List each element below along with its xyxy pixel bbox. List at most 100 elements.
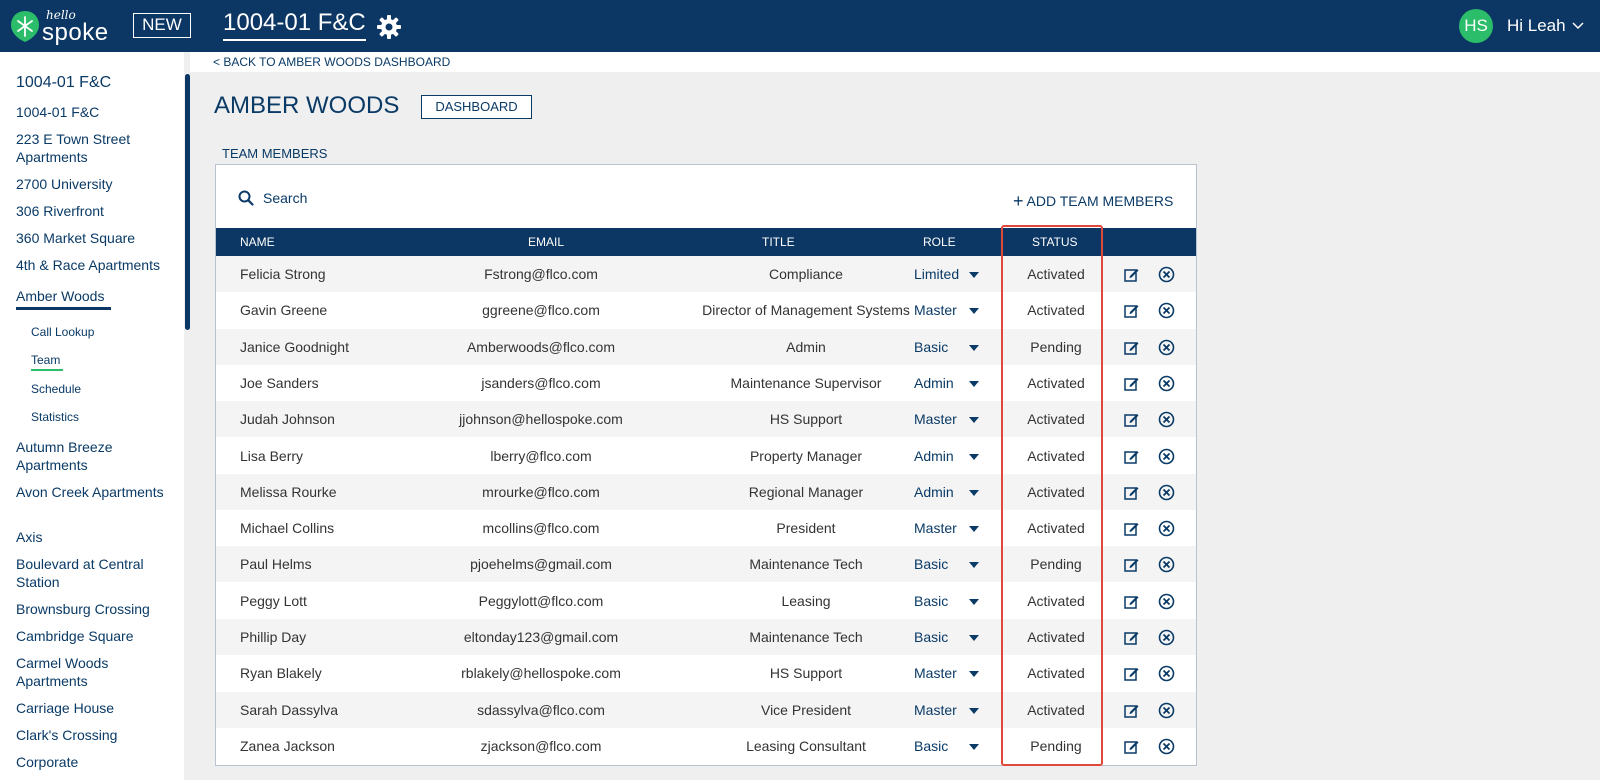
role-select[interactable]: Basic [914,619,948,655]
remove-icon[interactable] [1158,738,1175,755]
role-select[interactable]: Limited [914,256,959,292]
role-select[interactable]: Master [914,401,957,437]
role-select[interactable]: Master [914,292,957,328]
remove-icon[interactable] [1158,375,1175,392]
edit-icon[interactable] [1124,412,1139,427]
sidebar-item[interactable]: Axis [16,528,178,546]
remove-icon[interactable] [1158,484,1175,501]
email-cell: Peggylott@flco.com [478,592,604,609]
role-select[interactable]: Basic [914,546,948,582]
sidebar-item[interactable]: 1004-01 F&C [16,103,178,121]
remove-icon[interactable] [1158,593,1175,610]
role-select[interactable]: Admin [914,474,954,510]
edit-icon[interactable] [1124,521,1139,536]
hellospoke-logo[interactable]: hello spoke [10,7,108,46]
sidebar-subitem-schedule[interactable]: Schedule [31,382,81,396]
sidebar-item[interactable]: 4th & Race Apartments [16,256,178,274]
role-select[interactable]: Master [914,510,957,546]
user-greeting[interactable]: Hi Leah [1507,16,1566,36]
edit-icon[interactable] [1124,594,1139,609]
caret-down-icon[interactable] [969,417,979,424]
caret-down-icon[interactable] [969,526,979,533]
edit-icon[interactable] [1124,739,1139,754]
avatar[interactable]: HS [1459,9,1493,43]
role-select[interactable]: Basic [914,329,948,365]
role-select[interactable]: Admin [914,438,954,474]
caret-down-icon[interactable] [969,453,979,460]
sidebar-subitem-call-lookup[interactable]: Call Lookup [31,325,94,339]
sidebar-item[interactable]: 2700 University [16,175,178,193]
new-button[interactable]: NEW [133,13,191,38]
caret-down-icon[interactable] [969,743,979,750]
caret-down-icon[interactable] [969,707,979,714]
edit-icon[interactable] [1124,703,1139,718]
edit-icon[interactable] [1124,630,1139,645]
remove-icon[interactable] [1158,448,1175,465]
sidebar-subitem-team[interactable]: Team [31,353,60,367]
sidebar-item[interactable]: Autumn Breeze Apartments [16,438,178,474]
role-select[interactable]: Basic [914,728,948,764]
role-select[interactable]: Master [914,655,957,691]
caret-down-icon[interactable] [969,635,979,641]
remove-icon[interactable] [1158,665,1175,682]
caret-down-icon[interactable] [969,272,979,278]
role-select[interactable]: Basic [914,583,948,619]
edit-icon[interactable] [1124,485,1139,500]
email-cell: rblakely@hellospoke.com [461,665,621,682]
column-header-email[interactable]: EMAIL [528,228,564,256]
search-icon[interactable] [238,190,254,206]
sidebar-item[interactable]: Clark's Crossing [16,726,178,744]
dashboard-button[interactable]: DASHBOARD [421,95,532,119]
search-input[interactable]: Search [263,190,307,206]
email-cell: jjohnson@hellospoke.com [459,411,623,428]
role-select[interactable]: Admin [914,365,954,401]
role-select[interactable]: Master [914,692,957,728]
remove-icon[interactable] [1158,520,1175,537]
caret-down-icon[interactable] [969,308,979,315]
sidebar-item-current-property[interactable]: 1004-01 F&C [16,74,178,92]
edit-icon[interactable] [1124,340,1139,355]
caret-down-icon[interactable] [969,671,979,678]
add-team-members-button[interactable]: + ADD TEAM MEMBERS [1013,190,1173,211]
caret-down-icon[interactable] [969,489,979,496]
edit-icon[interactable] [1124,557,1139,573]
column-header-role[interactable]: ROLE [923,228,956,256]
column-header-name[interactable]: NAME [240,228,275,256]
email-cell: zjackson@flco.com [480,737,602,754]
sidebar-item[interactable]: Cambridge Square [16,627,178,645]
remove-icon[interactable] [1158,629,1175,646]
remove-icon[interactable] [1158,556,1175,573]
sidebar-item[interactable]: Carmel Woods Apartments [16,654,178,690]
sidebar-item[interactable]: Corporate [16,753,178,771]
title-cell: Leasing [781,592,831,609]
caret-down-icon[interactable] [969,380,979,387]
caret-down-icon[interactable] [969,344,979,351]
edit-icon[interactable] [1124,376,1139,391]
edit-icon[interactable] [1124,267,1139,282]
sidebar-item[interactable]: Avon Creek Apartments [16,483,178,501]
remove-icon[interactable] [1158,702,1175,719]
remove-icon[interactable] [1158,302,1175,319]
sidebar-item-amber-woods[interactable]: Amber Woods [16,287,178,305]
edit-icon[interactable] [1124,666,1139,682]
caret-down-icon[interactable] [969,598,979,605]
sidebar-item[interactable]: 360 Market Square [16,229,178,247]
caret-down-icon[interactable] [969,562,979,569]
remove-icon[interactable] [1158,266,1175,283]
sidebar-subitem-statistics[interactable]: Statistics [31,410,79,424]
column-header-title[interactable]: TITLE [762,228,795,256]
sidebar-item[interactable]: Boulevard at Central Station [16,555,178,591]
edit-icon[interactable] [1124,449,1139,464]
remove-icon[interactable] [1158,411,1175,428]
sidebar-item[interactable]: 223 E Town Street Apartments [16,130,178,166]
sidebar-item[interactable]: Carriage House [16,699,178,717]
remove-icon[interactable] [1158,339,1175,356]
sidebar-item[interactable]: Brownsburg Crossing [16,600,178,618]
chevron-down-icon[interactable] [1572,22,1584,30]
back-to-dashboard-link[interactable]: < BACK TO AMBER WOODS DASHBOARD [213,55,450,69]
property-title[interactable]: 1004-01 F&C [223,9,366,41]
gear-icon[interactable] [376,14,402,40]
edit-icon[interactable] [1124,303,1139,319]
sidebar-scrollbar[interactable] [185,74,190,330]
sidebar-item[interactable]: 306 Riverfront [16,202,178,220]
